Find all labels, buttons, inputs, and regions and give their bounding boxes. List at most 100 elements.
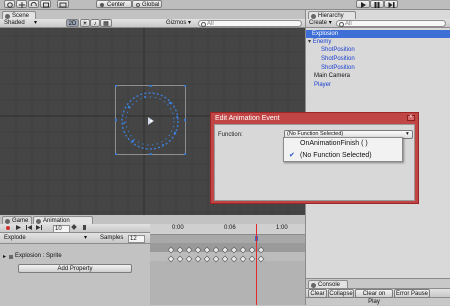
add-event-button[interactable] [80, 224, 89, 232]
explosion-sprite-graphic [115, 85, 186, 155]
scale-tool-button[interactable] [40, 0, 51, 8]
hierarchy-item-enemy[interactable]: ▾ Enemy [308, 38, 331, 46]
hierarchy-search-input[interactable]: All [336, 20, 446, 27]
error-pause-label: Error Pause [395, 291, 428, 297]
pivot-icon [100, 3, 104, 7]
console-toolbar: Clear Collapse Clear on Play Error Pause [306, 288, 450, 305]
menu-item-label: OnAnimationFinish ( ) [300, 140, 368, 147]
search-icon [201, 22, 206, 27]
hierarchy-item-main-camera[interactable]: Main Camera [314, 72, 350, 80]
step-button[interactable] [384, 0, 398, 8]
scene-toolbar: Shaded ▾ 2D ☀ ♪ ▦ Gizmos ▾ All [0, 19, 305, 28]
chevron-down-icon: ▾ [84, 235, 88, 241]
expand-arrow-icon[interactable]: ▸ [3, 253, 6, 260]
pause-button[interactable] [370, 0, 384, 8]
time-label: 1:00 [276, 225, 288, 231]
explosion-sprite[interactable] [115, 85, 186, 155]
prev-keyframe-icon [26, 225, 32, 230]
record-button[interactable] [4, 224, 14, 232]
shading-mode-label: Shaded [4, 20, 25, 26]
event-track[interactable] [150, 235, 305, 243]
dialog-close-button[interactable]: × [407, 114, 415, 121]
dialog-title: Edit Animation Event [215, 115, 280, 122]
record-icon [6, 226, 10, 230]
clip-dropdown[interactable]: Explode ▾ [4, 234, 90, 242]
scene-search-input[interactable]: All [198, 20, 302, 27]
effects-toggle-button[interactable]: ▦ [100, 19, 112, 27]
main-toolbar: Center Global [0, 0, 450, 10]
speaker-icon: ♪ [93, 21, 97, 27]
gizmos-dropdown[interactable]: Gizmos ▾ [166, 19, 194, 27]
space-toggle-button[interactable]: Global [132, 0, 162, 8]
play-icon [16, 225, 21, 230]
property-row[interactable]: ▸ Explosion : Sprite [0, 252, 150, 262]
add-event-icon [83, 225, 86, 230]
2d-toggle-label: 2D [68, 21, 77, 27]
chevron-down-icon: ▾ [406, 131, 409, 137]
menu-item-no-function[interactable]: ✔ (No Function Selected) [284, 151, 402, 161]
add-property-label: Add Property [57, 266, 93, 272]
expand-arrow-icon[interactable]: ▾ [308, 39, 311, 45]
pivot-label: Center [107, 2, 126, 8]
clear-on-play-button[interactable]: Clear on Play [355, 289, 393, 305]
pause-icon [374, 2, 380, 8]
collapse-button-label: Collapse [329, 291, 353, 297]
hand-icon [6, 2, 13, 8]
rotate-tool-button[interactable] [28, 0, 39, 8]
prev-key-button[interactable] [25, 224, 34, 232]
2d-toggle-button[interactable]: 2D [66, 19, 79, 27]
pivot-toggle-button[interactable]: Center [96, 0, 132, 8]
search-icon [339, 22, 344, 27]
menu-item-onanimationfinish[interactable]: OnAnimationFinish ( ) [284, 139, 402, 149]
rect-tool-button[interactable] [57, 0, 69, 8]
next-key-button[interactable] [35, 224, 44, 232]
sun-icon: ☀ [82, 21, 88, 27]
play-button[interactable] [356, 0, 370, 8]
next-keyframe-icon [36, 225, 42, 230]
hand-tool-button[interactable] [4, 0, 15, 8]
globe-icon [136, 3, 140, 7]
anim-play-button[interactable] [14, 224, 23, 232]
gizmos-label: Gizmos [166, 20, 187, 26]
create-dropdown[interactable]: Create ▾ [309, 19, 337, 27]
timeline-ruler[interactable]: 0:00 0:06 1:00 [150, 224, 305, 235]
frame-input[interactable]: 10 [53, 225, 70, 233]
function-dropdown-menu: OnAnimationFinish ( ) ✔ (No Function Sel… [283, 137, 403, 162]
animation-panel: Game Animation 10 Explode ▾ Samples 12 ▸… [0, 215, 305, 305]
hierarchy-item-label: Enemy [312, 39, 332, 45]
clear-button[interactable]: Clear [308, 289, 327, 298]
clear-button-label: Clear [310, 291, 325, 297]
sprite-icon [9, 255, 13, 259]
create-label: Create [309, 20, 328, 26]
checkmark-icon: ✔ [289, 152, 295, 159]
audio-toggle-button[interactable]: ♪ [90, 19, 100, 27]
hierarchy-item-shotposition[interactable]: ShotPosition [321, 46, 355, 54]
hierarchy-item-shotposition[interactable]: ShotPosition [321, 55, 355, 63]
keyframe-track [167, 246, 265, 263]
time-label: 0:06 [224, 225, 236, 231]
step-icon [388, 2, 394, 8]
timeline-area[interactable]: 0:00 0:06 1:00 [150, 224, 305, 305]
function-label: Function: [218, 132, 243, 138]
clip-name: Explode [4, 235, 26, 241]
move-tool-button[interactable] [16, 0, 27, 8]
hierarchy-item-player[interactable]: Player [314, 81, 331, 89]
hierarchy-item-explosion[interactable]: Explosion [306, 30, 450, 38]
add-property-button[interactable]: Add Property [18, 264, 132, 273]
hierarchy-item-shotposition[interactable]: ShotPosition [321, 64, 355, 72]
lighting-toggle-button[interactable]: ☀ [80, 19, 90, 27]
hierarchy-item-label: Player [314, 82, 332, 88]
add-keyframe-button[interactable] [70, 224, 79, 232]
error-pause-button[interactable]: Error Pause [394, 289, 430, 298]
dialog-titlebar[interactable]: Edit Animation Event × [211, 113, 418, 123]
property-label: Explosion : Sprite [15, 253, 62, 259]
collapse-button[interactable]: Collapse [328, 289, 354, 298]
close-icon: × [409, 114, 413, 120]
samples-input[interactable]: 12 [128, 235, 145, 243]
animation-controls: 10 [0, 224, 150, 233]
hierarchy-item-label: ShotPosition [321, 65, 355, 71]
shading-mode-dropdown[interactable]: Shaded ▾ [4, 19, 42, 27]
playhead[interactable] [256, 224, 257, 305]
hierarchy-item-label: Main Camera [314, 73, 351, 79]
time-label: 0:00 [172, 225, 184, 231]
